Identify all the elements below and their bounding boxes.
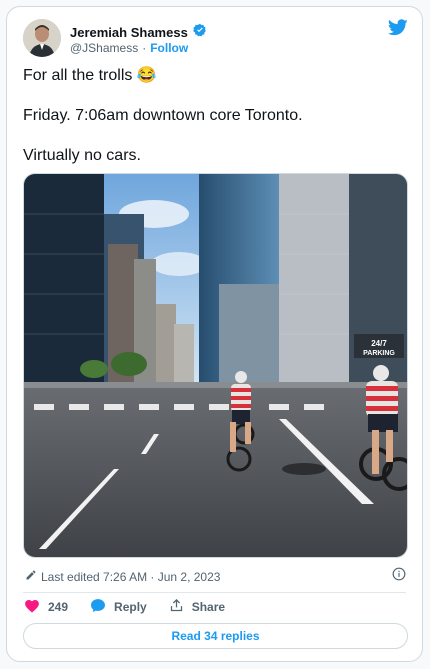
tweet-text-line-2: Friday. 7:06am downtown core Toronto.: [23, 107, 303, 124]
like-button[interactable]: 249: [24, 598, 68, 616]
author-name[interactable]: Jeremiah Shamess: [70, 25, 188, 40]
tweet-embed-card: Jeremiah Shamess @JShamess · Follow For …: [6, 6, 423, 662]
tweet-text-line-3: Virtually no cars.: [23, 147, 141, 164]
reply-bubble-icon: [90, 598, 106, 616]
likes-count: 249: [48, 600, 69, 614]
share-button[interactable]: Share: [169, 598, 225, 616]
avatar[interactable]: [23, 19, 61, 57]
heart-icon: [24, 598, 40, 616]
info-icon[interactable]: [392, 567, 406, 586]
tweet-text-line-1: For all the trolls 😂: [23, 67, 157, 84]
author-name-row: Jeremiah Shamess: [70, 23, 207, 42]
read-replies-label: Read 34 replies: [171, 629, 260, 643]
verified-badge-icon: [192, 23, 207, 42]
tweet-meta: Last edited 7:26 AM · Jun 2, 2023: [25, 569, 220, 584]
divider: [23, 592, 406, 593]
tweet-photo[interactable]: 24/7 PARKING: [23, 173, 408, 558]
share-icon: [169, 598, 184, 616]
read-replies-button[interactable]: Read 34 replies: [23, 623, 408, 649]
handle-separator: ·: [142, 41, 147, 55]
follow-link[interactable]: Follow: [150, 41, 188, 55]
author-handle[interactable]: @JShamess: [70, 41, 138, 55]
street-photo-illustration: 24/7 PARKING: [24, 174, 407, 557]
reply-button[interactable]: Reply: [90, 598, 147, 616]
pencil-icon: [25, 569, 37, 584]
parking-sign-line-1: 24/7: [371, 339, 387, 348]
parking-sign-line-2: PARKING: [363, 350, 395, 357]
author-handle-row: @JShamess · Follow: [70, 41, 188, 55]
reply-label: Reply: [114, 600, 147, 614]
share-label: Share: [191, 600, 226, 614]
edited-timestamp[interactable]: Last edited 7:26 AM · Jun 2, 2023: [41, 570, 220, 584]
tweet-actions: 249 Reply Share: [24, 598, 247, 616]
twitter-bird-icon[interactable]: [387, 19, 408, 41]
